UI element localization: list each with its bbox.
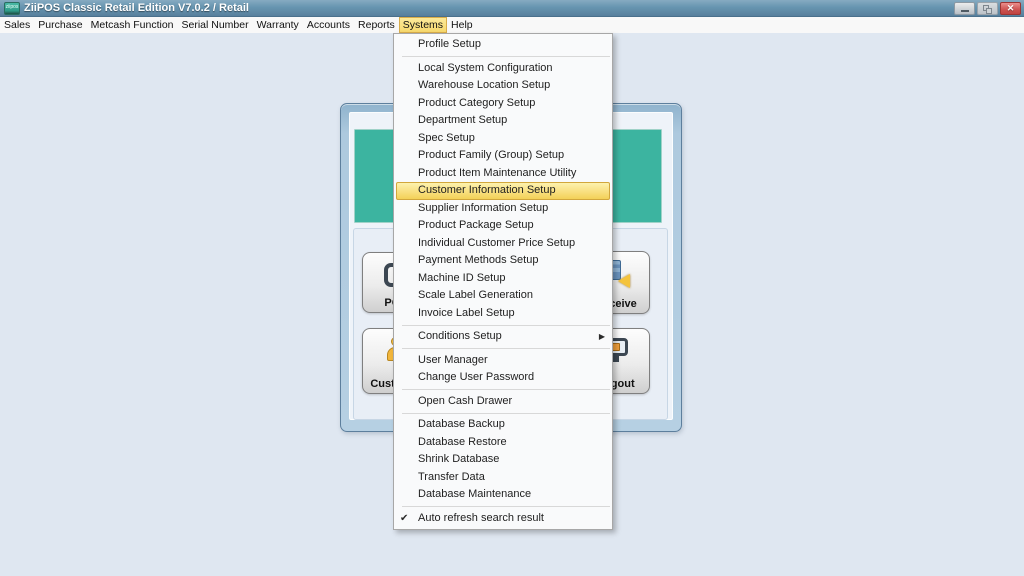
menubar-item-systems[interactable]: Systems	[399, 17, 447, 33]
menubar-item-accounts[interactable]: Accounts	[303, 17, 354, 33]
menu-separator	[402, 325, 610, 326]
menu-item-warehouse-location-setup[interactable]: Warehouse Location Setup	[394, 77, 612, 95]
menu-item-database-maintenance[interactable]: Database Maintenance	[394, 486, 612, 504]
menu-item-supplier-information-setup[interactable]: Supplier Information Setup	[394, 200, 612, 218]
minimize-button[interactable]	[954, 2, 975, 15]
menu-item-individual-customer-price-setup[interactable]: Individual Customer Price Setup	[394, 235, 612, 253]
minimize-icon	[961, 10, 969, 12]
menu-item-product-category-setup[interactable]: Product Category Setup	[394, 95, 612, 113]
menu-item-transfer-data[interactable]: Transfer Data	[394, 469, 612, 487]
menu-separator	[402, 348, 610, 349]
menu-item-product-family-group-setup[interactable]: Product Family (Group) Setup	[394, 147, 612, 165]
menu-item-product-package-setup[interactable]: Product Package Setup	[394, 217, 612, 235]
menu-separator	[402, 56, 610, 57]
menubar-item-metcash-function[interactable]: Metcash Function	[87, 17, 178, 33]
menu-bar: Sales Purchase Metcash Function Serial N…	[0, 17, 1024, 33]
menu-item-database-restore[interactable]: Database Restore	[394, 434, 612, 452]
menu-item-conditions-setup[interactable]: Conditions Setup ▶	[394, 328, 612, 346]
menu-item-shrink-database[interactable]: Shrink Database	[394, 451, 612, 469]
menu-item-auto-refresh-search-result[interactable]: ✔ Auto refresh search result	[394, 510, 612, 528]
app-icon: ziipos	[4, 2, 20, 15]
menu-item-machine-id-setup[interactable]: Machine ID Setup	[394, 270, 612, 288]
menu-item-user-manager[interactable]: User Manager	[394, 352, 612, 370]
menu-item-department-setup[interactable]: Department Setup	[394, 112, 612, 130]
close-button[interactable]: ✕	[1000, 2, 1021, 15]
menu-separator	[402, 389, 610, 390]
menubar-item-serial-number[interactable]: Serial Number	[178, 17, 253, 33]
menu-separator	[402, 413, 610, 414]
menu-item-open-cash-drawer[interactable]: Open Cash Drawer	[394, 393, 612, 411]
menubar-item-warranty[interactable]: Warranty	[253, 17, 303, 33]
menu-item-local-system-configuration[interactable]: Local System Configuration	[394, 60, 612, 78]
menu-item-scale-label-generation[interactable]: Scale Label Generation	[394, 287, 612, 305]
menu-item-profile-setup[interactable]: Profile Setup	[394, 36, 612, 54]
menubar-item-help[interactable]: Help	[447, 17, 477, 33]
menubar-item-purchase[interactable]: Purchase	[34, 17, 86, 33]
window-title: ZiiPOS Classic Retail Edition V7.0.2 / R…	[24, 0, 249, 17]
menubar-item-sales[interactable]: Sales	[0, 17, 34, 33]
window-controls: ✕	[954, 2, 1021, 15]
menu-item-change-user-password[interactable]: Change User Password	[394, 369, 612, 387]
restore-button[interactable]	[977, 2, 998, 15]
menubar-item-reports[interactable]: Reports	[354, 17, 399, 33]
menu-item-payment-methods-setup[interactable]: Payment Methods Setup	[394, 252, 612, 270]
menu-item-product-item-maintenance-utility[interactable]: Product Item Maintenance Utility	[394, 165, 612, 183]
menu-item-customer-information-setup[interactable]: Customer Information Setup	[396, 182, 610, 200]
title-bar: ziipos ZiiPOS Classic Retail Edition V7.…	[0, 0, 1024, 17]
menu-item-invoice-label-setup[interactable]: Invoice Label Setup	[394, 305, 612, 323]
menu-separator	[402, 506, 610, 507]
check-icon: ✔	[400, 510, 408, 528]
systems-menu-dropdown: Profile Setup Local System Configuration…	[393, 33, 613, 530]
submenu-arrow-icon: ▶	[599, 328, 605, 346]
menu-item-database-backup[interactable]: Database Backup	[394, 416, 612, 434]
menu-item-spec-setup[interactable]: Spec Setup	[394, 130, 612, 148]
